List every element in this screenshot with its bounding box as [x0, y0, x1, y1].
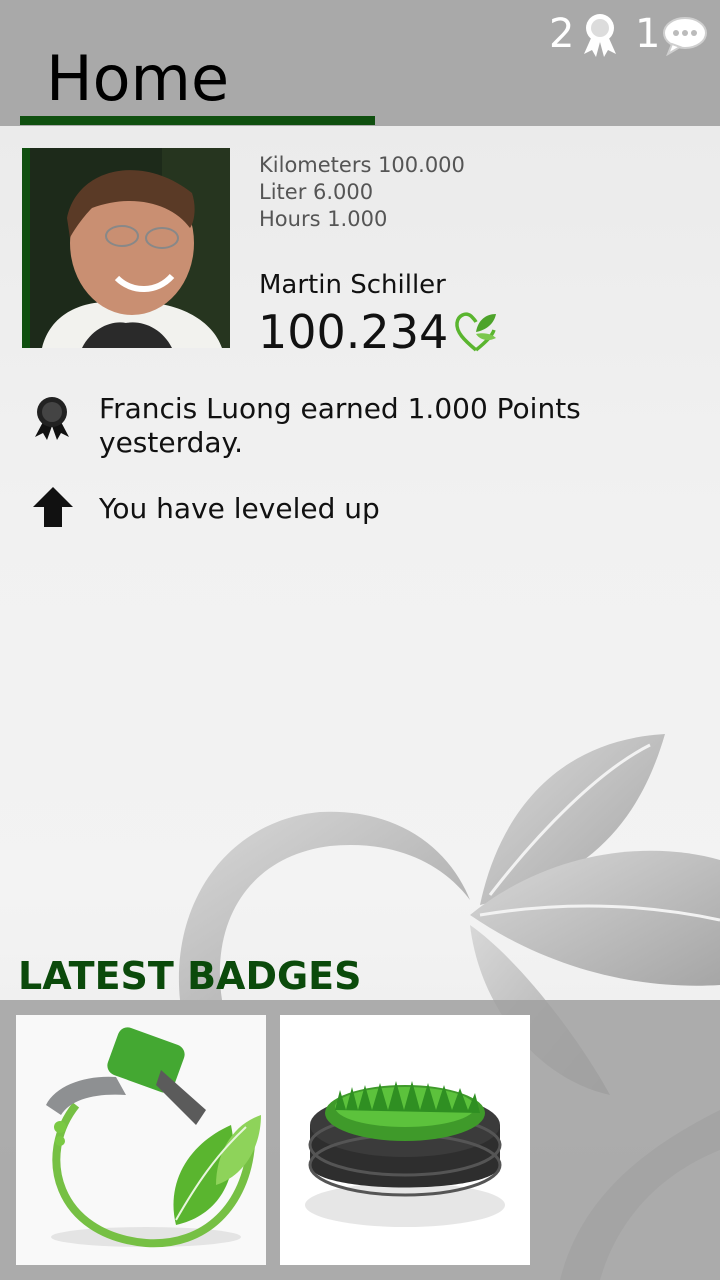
feed-item-text: You have leveled up	[99, 492, 380, 525]
latest-badges-heading: LATEST BADGES	[18, 954, 362, 998]
user-name: Martin Schiller	[259, 270, 446, 300]
award-ribbon-icon[interactable]	[580, 10, 620, 58]
profile-stats: Kilometers 100.000 Liter 6.000 Hours 1.0…	[259, 152, 465, 233]
chat-bubble-icon[interactable]	[662, 16, 708, 56]
stat-kilometers: Kilometers 100.000	[259, 153, 465, 177]
stat-hours: Hours 1.000	[259, 207, 388, 231]
arrow-up-icon	[33, 487, 73, 527]
eco-heart-icon	[455, 312, 496, 352]
profile-avatar[interactable]	[22, 148, 230, 348]
title-underline	[20, 116, 375, 125]
stat-liter: Liter 6.000	[259, 180, 374, 204]
award-ribbon-icon	[35, 397, 69, 440]
grass-tire-badge[interactable]	[280, 1015, 530, 1265]
points-total: 100.234	[258, 305, 449, 359]
feed-item-text: Francis Luong earned 1.000 Points yester…	[99, 392, 581, 459]
message-count[interactable]: 1	[635, 14, 660, 54]
page-title: Home	[46, 42, 230, 115]
app-screen: Home 2 1 Kilometers 100.000 Liter 6.000 …	[0, 0, 720, 1280]
badge-count[interactable]: 2	[549, 14, 574, 54]
eco-fuel-nozzle-badge[interactable]	[16, 1015, 266, 1265]
